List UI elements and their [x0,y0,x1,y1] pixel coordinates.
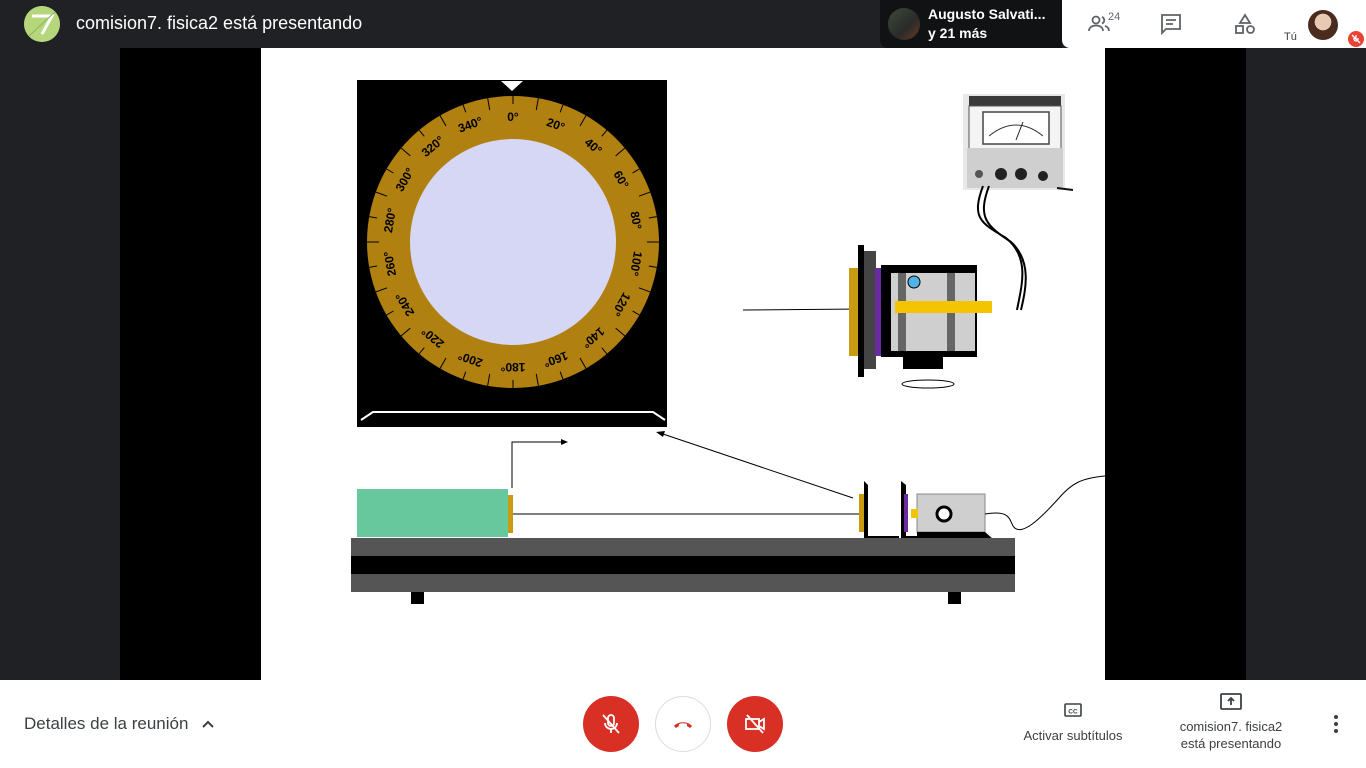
mic-off-icon [602,714,620,734]
people-button[interactable] [1064,0,1134,48]
self-avatar[interactable] [1308,10,1338,40]
activities-icon [1235,13,1255,34]
presenter-avatar [24,6,60,42]
svg-text:CC: CC [1068,709,1078,716]
photometer-image [963,94,1074,191]
top-actions: 24 Tú [1062,0,1366,48]
participant-name: Augusto Salvati... [928,6,1046,22]
participant-tile[interactable]: Augusto Salvati... y 21 más [880,0,1062,48]
captions-button[interactable]: CC Activar subtítulos [1010,700,1136,743]
chevron-up-icon [202,720,215,728]
more-vert-icon [1334,715,1338,733]
presenter-title: comision7. fisica2 está presentando [76,13,363,33]
meeting-details-button[interactable]: Detalles de la reunión [24,714,216,734]
dial-label: 180° [500,360,525,374]
present-label-line1: comision7. fisica2 [1179,719,1283,734]
presentation-stage: 0° 20° 40° 60° 80° 100° 120° 140° 160° 180° 200° 22… [0,48,1366,680]
slide-drawing: 0° 20°40°60°80°100°120°140°160°180°200°22… [351,80,1105,604]
self-muted-icon [1348,31,1364,47]
optical-bench [351,475,1105,604]
protractor-dial: 0° 20°40°60°80°100°120°140°160°180°200°22… [367,96,659,388]
hang-up-icon [674,722,692,728]
camera-off-icon [745,714,765,734]
participant-avatar [888,8,920,40]
protractor-face [410,139,616,345]
top-bar: comision7. fisica2 está presentando Augu… [0,0,1366,48]
detector-assembly [742,245,992,389]
captions-label: Activar subtítulos [1023,728,1123,743]
meeting-details-label: Detalles de la reunión [24,714,189,733]
camera-toggle-button[interactable] [727,696,783,752]
meet-window: comision7. fisica2 está presentando Augu… [0,0,1366,768]
dial-label: 0° [507,110,519,124]
activities-button[interactable] [1210,0,1280,48]
bottom-bar: Detalles de la reunión CC Activar subtít… [0,680,1366,768]
presented-slide: 0° 20° 40° 60° 80° 100° 120° 140° 160° 180° 200° 22… [261,48,1105,680]
more-options-button[interactable] [1322,710,1350,738]
mic-toggle-button[interactable] [583,696,639,752]
chat-icon [1161,14,1181,36]
present-screen-icon [1220,693,1242,710]
closed-captions-icon: CC [1064,703,1082,717]
participant-more-count: y 21 más [928,25,988,41]
you-label: Tú [1284,31,1297,43]
chat-button[interactable] [1136,0,1206,48]
leave-call-button[interactable] [655,696,711,752]
people-count: 24 [1108,11,1121,23]
present-now-button[interactable]: comision7. fisica2 está presentando [1170,692,1292,752]
present-label-line2: está presentando [1180,736,1282,751]
